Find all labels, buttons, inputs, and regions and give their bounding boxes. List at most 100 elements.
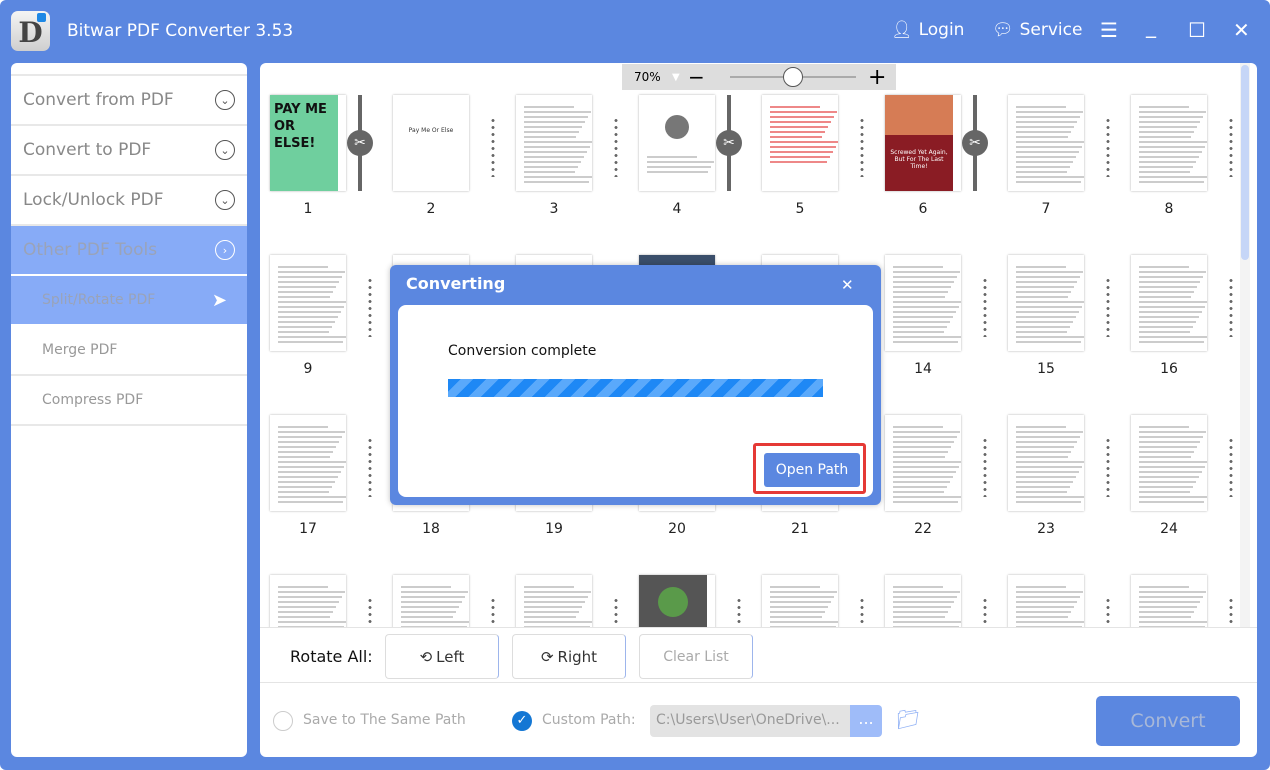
minimize-icon[interactable]: _ xyxy=(1146,14,1156,38)
scissors-icon: ✂ xyxy=(347,130,373,156)
page-thumbnail[interactable] xyxy=(1008,415,1084,511)
split-handle[interactable] xyxy=(1229,597,1233,627)
same-path-radio[interactable] xyxy=(273,711,293,731)
sidebar-item-convert-from-pdf[interactable]: Convert from PDF ⌄ xyxy=(11,76,247,126)
page-thumbnail[interactable] xyxy=(1131,415,1207,511)
page-number: 9 xyxy=(303,361,313,377)
split-handle[interactable] xyxy=(368,277,372,337)
split-handle[interactable] xyxy=(491,117,495,177)
split-handle[interactable] xyxy=(368,437,372,497)
page-thumbnail[interactable] xyxy=(639,575,715,627)
split-handle[interactable] xyxy=(491,597,495,627)
split-handle[interactable] xyxy=(1106,117,1110,177)
sidebar-subitem-compress-pdf[interactable]: Compress PDF xyxy=(11,376,247,426)
user-icon: 👤︎ xyxy=(891,20,913,40)
page-thumbnail[interactable]: Screwed Yet Again, But For The Last Time… xyxy=(885,95,961,191)
sidebar-subitem-split-rotate-pdf[interactable]: Split/Rotate PDF ➤ xyxy=(11,276,247,326)
split-marker[interactable]: ✂ xyxy=(962,95,988,191)
convert-button[interactable]: Convert xyxy=(1096,696,1240,746)
custom-path-input[interactable]: C:\Users\User\OneDrive\... xyxy=(650,705,851,737)
page-thumbnail[interactable] xyxy=(885,415,961,511)
page-thumbnail[interactable] xyxy=(1131,95,1207,191)
dialog-close-icon[interactable]: ✕ xyxy=(841,276,854,294)
sidebar-subitem-label: Split/Rotate PDF xyxy=(42,292,156,308)
split-handle[interactable] xyxy=(1229,277,1233,337)
chevron-down-circle-icon: ⌄ xyxy=(215,190,235,210)
split-handle[interactable] xyxy=(614,597,618,627)
page-thumbnail[interactable] xyxy=(1131,575,1207,627)
clear-list-button[interactable]: Clear List xyxy=(639,634,753,679)
page-thumbnail[interactable] xyxy=(762,575,838,627)
maximize-icon[interactable]: ☐ xyxy=(1188,18,1206,42)
split-handle[interactable] xyxy=(860,597,864,627)
folder-icon[interactable]: 📁︎ xyxy=(896,708,920,731)
page-thumbnail[interactable] xyxy=(1008,95,1084,191)
split-handle[interactable] xyxy=(1106,437,1110,497)
page-number: 21 xyxy=(791,521,809,537)
scrollbar[interactable] xyxy=(1240,63,1250,627)
chevron-down-circle-icon: ⌄ xyxy=(215,90,235,110)
rotate-left-button[interactable]: ⟲ Left xyxy=(385,634,499,679)
page-cover-text: Pay Me Or Else xyxy=(408,127,454,134)
same-path-label: Save to The Same Path xyxy=(303,712,466,728)
split-handle[interactable] xyxy=(983,437,987,497)
split-handle[interactable] xyxy=(1229,117,1233,177)
zoom-slider[interactable] xyxy=(730,67,856,87)
split-handle[interactable] xyxy=(1106,597,1110,627)
sidebar-subitem-merge-pdf[interactable]: Merge PDF xyxy=(11,326,247,376)
page-thumbnail[interactable] xyxy=(270,255,346,351)
page-number: 20 xyxy=(668,521,686,537)
sidebar-item-lock-unlock-pdf[interactable]: Lock/Unlock PDF ⌄ xyxy=(11,176,247,226)
page-thumbnail[interactable] xyxy=(516,95,592,191)
sidebar-item-other-pdf-tools[interactable]: Other PDF Tools › xyxy=(11,226,247,276)
split-handle[interactable] xyxy=(1106,277,1110,337)
arrow-right-icon: ➤ xyxy=(211,289,227,311)
page-number: 15 xyxy=(1037,361,1055,377)
page-thumbnail[interactable]: PAY ME OR ELSE! xyxy=(270,95,346,191)
login-button[interactable]: 👤︎ Login xyxy=(891,20,964,40)
split-handle[interactable] xyxy=(983,597,987,627)
split-handle[interactable] xyxy=(368,597,372,627)
split-handle[interactable] xyxy=(614,117,618,177)
browse-button[interactable]: ... xyxy=(850,705,882,737)
split-handle[interactable] xyxy=(737,597,741,627)
split-handle[interactable] xyxy=(983,277,987,337)
app-logo: D xyxy=(11,11,50,51)
split-marker[interactable]: ✂ xyxy=(716,95,742,191)
zoom-out-icon[interactable]: − xyxy=(688,65,718,89)
page-thumbnail[interactable] xyxy=(270,575,346,627)
page-thumbnail[interactable] xyxy=(1008,255,1084,351)
page-thumbnail[interactable] xyxy=(1131,255,1207,351)
rotate-all-label: Rotate All: xyxy=(290,647,373,666)
rotate-right-button[interactable]: ⟳ Right xyxy=(512,634,626,679)
page-thumbnail[interactable] xyxy=(762,95,838,191)
sidebar-item-label: Lock/Unlock PDF xyxy=(23,190,164,210)
clear-list-label: Clear List xyxy=(663,648,729,665)
split-handle[interactable] xyxy=(1229,437,1233,497)
page-thumbnail[interactable] xyxy=(516,575,592,627)
app-window: D Bitwar PDF Converter 3.53 👤︎ Login 💬︎ Se… xyxy=(0,0,1270,770)
page-thumbnail[interactable] xyxy=(1008,575,1084,627)
zoom-dropdown-icon[interactable]: ▼ xyxy=(672,72,688,83)
menu-icon[interactable]: ☰ xyxy=(1100,18,1118,42)
chevron-down-circle-icon: ⌄ xyxy=(215,140,235,160)
page-number: 14 xyxy=(914,361,932,377)
page-thumbnail[interactable] xyxy=(885,575,961,627)
page-thumbnail[interactable] xyxy=(270,415,346,511)
page-thumbnail[interactable] xyxy=(639,95,715,191)
service-button[interactable]: 💬︎ Service xyxy=(992,20,1082,40)
custom-path-label: Custom Path: xyxy=(542,712,636,728)
sidebar: Convert from PDF ⌄ Convert to PDF ⌄ Lock/Unl… xyxy=(11,63,247,757)
page-thumbnail[interactable] xyxy=(885,255,961,351)
sidebar-item-convert-to-pdf[interactable]: Convert to PDF ⌄ xyxy=(11,126,247,176)
close-icon[interactable]: ✕ xyxy=(1233,18,1250,42)
page-thumbnail[interactable] xyxy=(393,575,469,627)
custom-path-radio[interactable]: ✓ xyxy=(512,711,532,731)
split-handle[interactable] xyxy=(860,117,864,177)
split-marker[interactable]: ✂ xyxy=(347,95,373,191)
zoom-in-icon[interactable]: + xyxy=(868,65,886,90)
app-title: Bitwar PDF Converter 3.53 xyxy=(67,21,294,41)
zoom-level[interactable]: 70% xyxy=(634,70,672,84)
page-thumbnail[interactable]: Pay Me Or Else xyxy=(393,95,469,191)
open-path-button[interactable]: Open Path xyxy=(764,453,860,487)
